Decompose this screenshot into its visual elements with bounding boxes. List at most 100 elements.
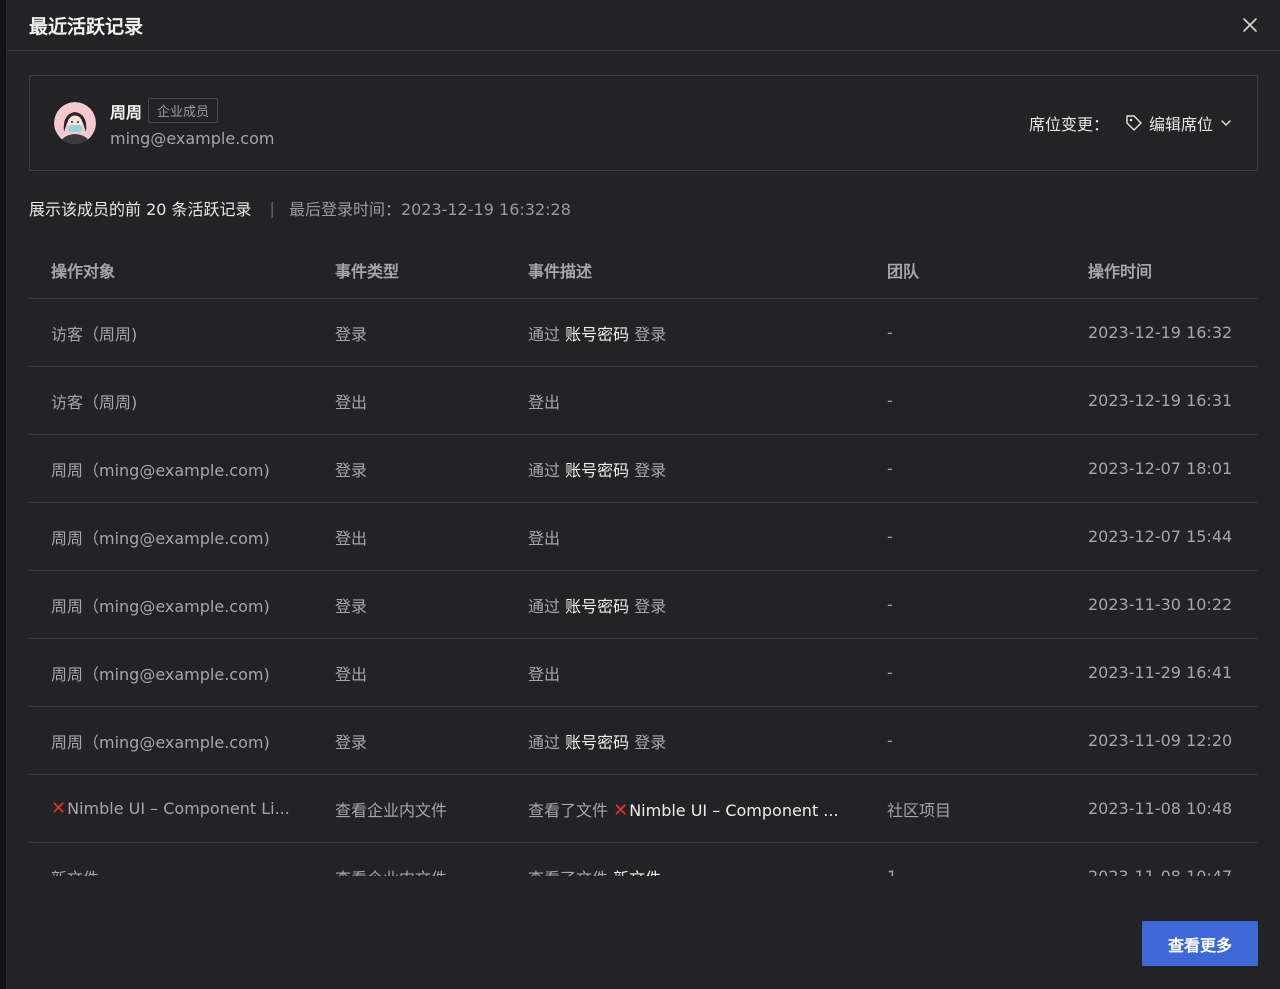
cell-team: - xyxy=(887,731,893,750)
cell-type: 登录 xyxy=(335,596,368,616)
desc-suffix: 登录 xyxy=(629,324,667,344)
cell-type: 登出 xyxy=(335,392,368,412)
table-row: 访客（周周) 登录 通过 账号密码 登录 -2023-12-19 16:32 xyxy=(29,299,1258,367)
cell-team: 1 xyxy=(887,867,1088,876)
table-row: ✕Nimble UI – Component Li... 查看企业内文件 查看了文件… xyxy=(29,775,1258,843)
chevron-down-icon xyxy=(1221,120,1231,126)
desc-highlight[interactable]: 账号密码 xyxy=(565,733,629,752)
desc-prefix: 通过 xyxy=(528,460,566,480)
table-row: 周周（ming@example.com) 登出 登出 -2023-11-29 16:4… xyxy=(29,639,1258,707)
tag-icon xyxy=(1126,115,1142,131)
modal-title: 最近活跃记录 xyxy=(29,15,144,38)
desc-prefix: 登出 xyxy=(528,528,561,548)
desc-highlight[interactable]: Nimble UI – Component ... xyxy=(629,801,838,820)
header-time: 操作时间 xyxy=(1088,262,1153,281)
cell-description: 通过 账号密码 登录 xyxy=(528,593,887,617)
cell-description: 通过 账号密码 登录 xyxy=(528,457,887,481)
cell-description: 通过 账号密码 登录 xyxy=(528,321,887,345)
cell-object[interactable]: 周周（ming@example.com) xyxy=(29,593,335,617)
header-description: 事件描述 xyxy=(528,262,593,281)
cell-team: - xyxy=(887,527,893,546)
table-row: 访客（周周) 登出 登出 -2023-12-19 16:31 xyxy=(29,367,1258,435)
cell-object[interactable]: 新文件 xyxy=(29,865,335,877)
desc-suffix: 登录 xyxy=(629,460,667,480)
cell-description: 通过 账号密码 登录 xyxy=(528,729,887,753)
cell-object[interactable]: 周周（ming@example.com) xyxy=(29,729,335,753)
activity-modal: 最近活跃记录 周周 企业成员 ming@example.com 席位变更： 编辑… xyxy=(6,0,1280,989)
cell-type: 登出 xyxy=(335,528,368,548)
edit-seat-dropdown[interactable]: 编辑席位 xyxy=(1125,111,1233,135)
cell-time: 2023-11-29 16:41 xyxy=(1088,663,1233,682)
user-card: 周周 企业成员 ming@example.com 席位变更： 编辑席位 xyxy=(29,75,1258,171)
cell-description: 登出 xyxy=(528,525,887,549)
activity-table: 操作对象 事件类型 事件描述 团队 操作时间 访客（周周) 登录 通过 账号密码 登… xyxy=(29,242,1258,876)
cell-object[interactable]: 周周（ming@example.com) xyxy=(29,457,335,481)
header-team: 团队 xyxy=(887,262,920,281)
desc-suffix: 登录 xyxy=(629,732,667,752)
summary-text: 展示该成员的前 20 条活跃记录 xyxy=(29,200,252,219)
user-info: 周周 企业成员 ming@example.com xyxy=(110,98,274,148)
cell-type: 登录 xyxy=(335,324,368,344)
cell-time: 2023-11-09 12:20 xyxy=(1088,731,1233,750)
cell-type: 登录 xyxy=(335,732,368,752)
cell-type: 查看企业内文件 xyxy=(335,800,448,820)
header-object: 操作对象 xyxy=(51,262,116,281)
cell-description: 查看了文件 新文件 xyxy=(528,865,887,877)
activity-summary: 展示该成员的前 20 条活跃记录 | 最后登录时间：2023-12-19 16:… xyxy=(29,196,571,220)
desc-prefix: 登出 xyxy=(528,392,561,412)
cell-time: 2023-11-30 10:22 xyxy=(1088,595,1233,614)
desc-prefix: 登出 xyxy=(528,664,561,684)
cell-team: - xyxy=(887,459,893,478)
desc-highlight[interactable]: 账号密码 xyxy=(565,325,629,344)
desc-prefix: 查看了文件 xyxy=(528,869,613,877)
table-body: 访客（周周) 登录 通过 账号密码 登录 -2023-12-19 16:32 访客（周周… xyxy=(29,299,1258,876)
x-mark-icon: ✕ xyxy=(51,798,67,819)
cell-description: 登出 xyxy=(528,661,887,685)
modal-header: 最近活跃记录 xyxy=(7,0,1280,51)
cell-object[interactable]: 周周（ming@example.com) xyxy=(29,661,335,685)
user-email: ming@example.com xyxy=(110,129,275,148)
desc-prefix: 通过 xyxy=(528,324,566,344)
seat-change: 席位变更： 编辑席位 xyxy=(1029,111,1233,135)
desc-prefix: 通过 xyxy=(528,596,566,616)
desc-prefix: 查看了文件 xyxy=(528,800,614,820)
cell-object[interactable]: ✕Nimble UI – Component Li... xyxy=(29,798,335,819)
desc-suffix: 登录 xyxy=(629,596,667,616)
close-button[interactable] xyxy=(1238,13,1262,37)
role-badge: 企业成员 xyxy=(148,98,219,123)
summary-separator: | xyxy=(269,198,275,218)
desc-highlight[interactable]: 账号密码 xyxy=(565,461,629,480)
table-row: 新文件查看企业内文件查看了文件 新文件12023-11-08 10:47 xyxy=(29,843,1258,876)
cell-type: 登录 xyxy=(335,460,368,480)
cell-team: - xyxy=(887,663,893,682)
cell-team: - xyxy=(887,595,893,614)
header-type: 事件类型 xyxy=(335,262,400,281)
cell-team: - xyxy=(887,391,893,410)
last-login-time: 最后登录时间：2023-12-19 16:32:28 xyxy=(288,200,571,219)
cell-team: - xyxy=(887,323,893,342)
table-row: 周周（ming@example.com) 登录 通过 账号密码 登录 -2023-11… xyxy=(29,571,1258,639)
cell-time: 2023-12-07 15:44 xyxy=(1088,527,1233,546)
cell-object[interactable]: 访客（周周) xyxy=(29,321,335,345)
close-icon xyxy=(1243,18,1257,32)
table-row: 周周（ming@example.com) 登录 通过 账号密码 登录 -2023-12… xyxy=(29,435,1258,503)
x-mark-icon: ✕ xyxy=(613,799,629,821)
cell-time: 2023-11-08 10:47 xyxy=(1088,867,1258,876)
view-more-button[interactable]: 查看更多 xyxy=(1142,921,1258,966)
cell-object[interactable]: 访客（周周) xyxy=(29,389,335,413)
cell-type: 登出 xyxy=(335,664,368,684)
cell-object[interactable]: 周周（ming@example.com) xyxy=(29,525,335,549)
cell-time: 2023-11-08 10:48 xyxy=(1088,799,1233,818)
user-avatar-icon xyxy=(54,102,96,144)
cell-time: 2023-12-19 16:31 xyxy=(1088,391,1233,410)
edit-seat-label: 编辑席位 xyxy=(1148,115,1213,134)
table-header: 操作对象 事件类型 事件描述 团队 操作时间 xyxy=(29,242,1258,299)
cell-team: 社区项目 xyxy=(887,800,952,820)
cell-description: 登出 xyxy=(528,389,887,413)
table-row: 周周（ming@example.com) 登出 登出 -2023-12-07 15:4… xyxy=(29,503,1258,571)
avatar xyxy=(54,102,96,144)
table-row: 周周（ming@example.com) 登录 通过 账号密码 登录 -2023-11… xyxy=(29,707,1258,775)
cell-time: 2023-12-19 16:32 xyxy=(1088,323,1233,342)
desc-highlight[interactable]: 新文件 xyxy=(613,869,661,877)
desc-highlight[interactable]: 账号密码 xyxy=(565,597,629,616)
